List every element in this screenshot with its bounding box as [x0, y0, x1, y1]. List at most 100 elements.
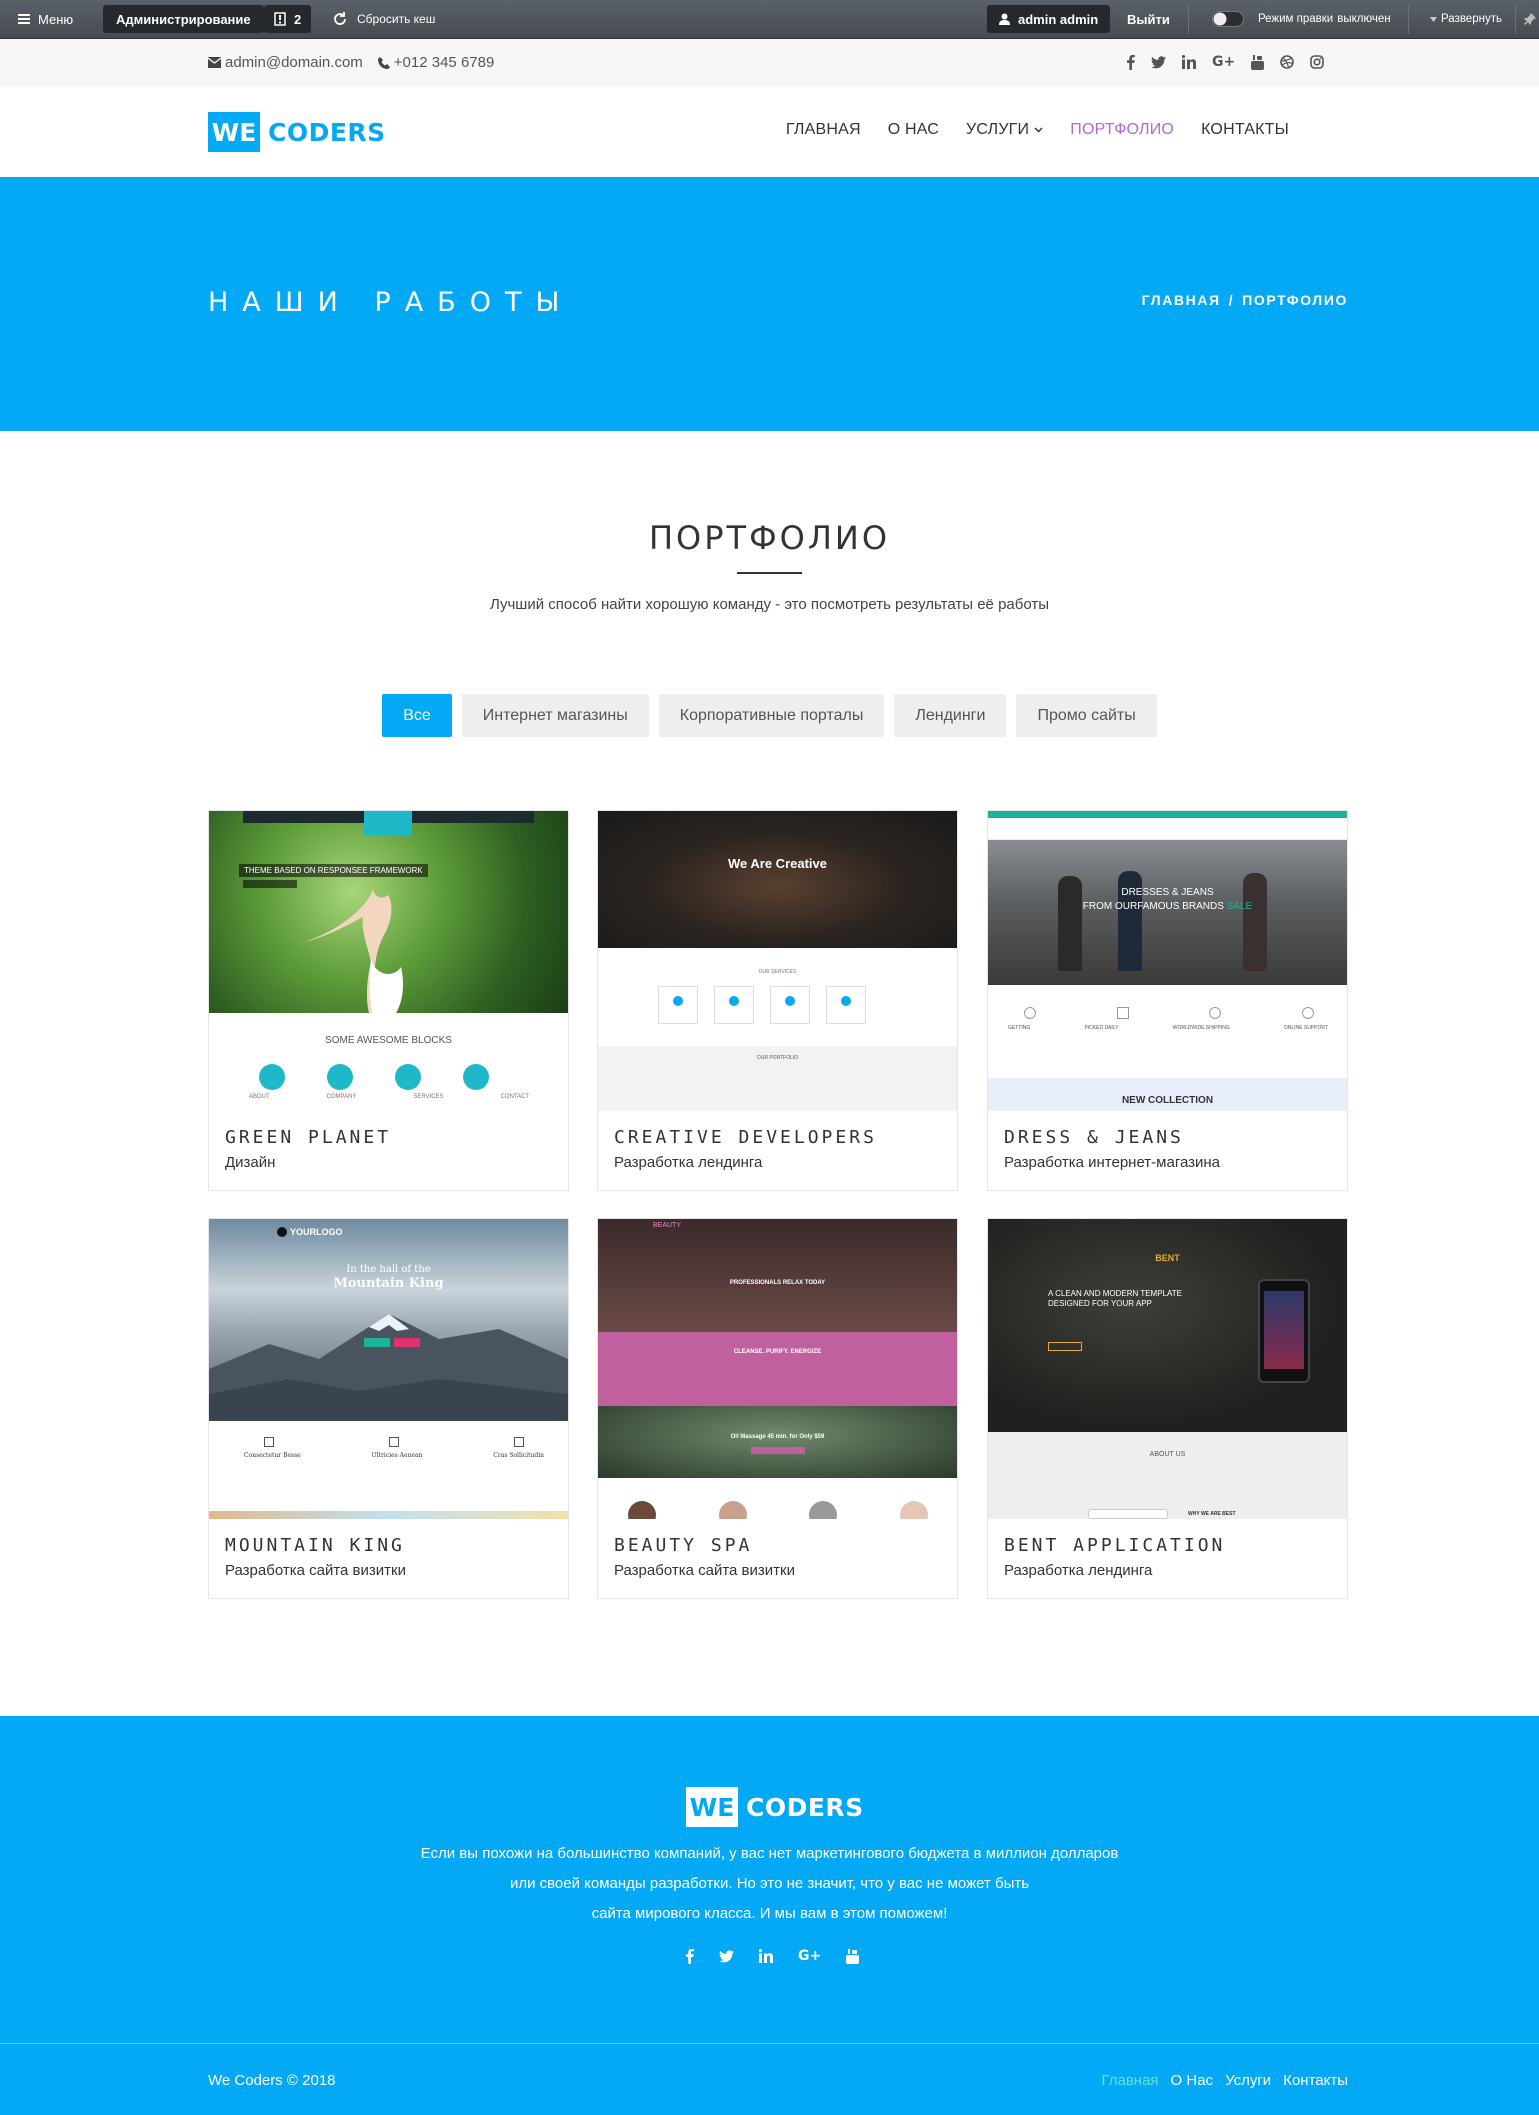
card-title: GREEN PLANET	[225, 1127, 392, 1148]
user-button[interactable]: admin admin	[987, 5, 1111, 33]
portfolio-filters: Все Интернет магазины Корпоративные порт…	[0, 694, 1539, 737]
linkedin-icon[interactable]	[1182, 55, 1196, 69]
contact-bar: admin@domain.com +012 345 6789 G+	[0, 39, 1539, 87]
portfolio-card-green-planet[interactable]: THEME BASED ON RESPONSEE FRAMEWORK SOME …	[208, 810, 569, 1191]
filter-all[interactable]: Все	[382, 694, 452, 737]
nav-item-about[interactable]: О НАС	[888, 121, 939, 139]
linkedin-icon[interactable]	[759, 1949, 773, 1963]
logo-box: WE	[208, 112, 260, 152]
youtube-icon[interactable]	[1251, 54, 1265, 70]
thumb-text: SOME AWESOME BLOCKS	[325, 1035, 452, 1046]
copyright: We Coders © 2018	[208, 2072, 336, 2089]
thumb-text: PROFESSIONALS RELAX TODAY	[729, 1280, 826, 1286]
nav-item-home[interactable]: ГЛАВНАЯ	[786, 121, 861, 139]
portfolio-thumb: We Are Creative OUR SERVICES OUR PORTFOL…	[598, 811, 957, 1111]
thumb-label: Cras Sollicitudin	[493, 1452, 544, 1459]
thumb-text: We Are Creative	[728, 856, 827, 871]
portfolio-card-dress-jeans[interactable]: DRESSES & JEANS FROM OURFAMOUS BRANDS SA…	[987, 810, 1348, 1191]
footer-nav: Главная О Нас Услуги Контакты	[1101, 2072, 1348, 2089]
nav-item-services[interactable]: УСЛУГИ	[966, 121, 1043, 139]
phone-icon	[377, 56, 390, 69]
clear-cache-button[interactable]: Сбросить кеш	[332, 0, 435, 38]
dribbble-icon[interactable]	[1280, 55, 1295, 69]
toggle-switch-icon	[1212, 11, 1244, 27]
expand-button[interactable]: Развернуть	[1430, 0, 1502, 38]
edit-mode-toggle[interactable]: Режим правки выключен	[1212, 0, 1391, 38]
nav-label-portfolio: ПОРТФОЛИО	[1070, 121, 1175, 138]
portfolio-card-bent-application[interactable]: BENT A CLEAN AND MODERN TEMPLATE DESIGNE…	[987, 1218, 1348, 1599]
thumb-logo: BENT	[1155, 1253, 1180, 1263]
card-category: Разработка сайта визитки	[225, 1562, 406, 1579]
breadcrumb: ГЛАВНАЯ / ПОРТФОЛИО	[1142, 292, 1348, 308]
refresh-icon	[332, 11, 348, 27]
nav-label-services: УСЛУГИ	[966, 121, 1030, 138]
footer-description-line: сайта мирового класса. И мы вам в этом п…	[591, 1905, 948, 1922]
hamburger-icon	[18, 14, 30, 24]
footer-logo[interactable]: WE CODERS	[686, 1787, 864, 1827]
logout-button[interactable]: Выйти	[1127, 0, 1170, 38]
filter-corporate-portals[interactable]: Корпоративные порталы	[658, 694, 885, 737]
filter-promo-sites[interactable]: Промо сайты	[1016, 694, 1157, 737]
footer-link-services[interactable]: Услуги	[1225, 2072, 1271, 2089]
google-plus-icon[interactable]: G+	[1212, 54, 1235, 70]
card-category: Разработка лендинга	[614, 1154, 763, 1171]
instagram-icon[interactable]	[1310, 55, 1325, 69]
contact-email[interactable]: admin@domain.com	[225, 54, 363, 71]
title-divider	[737, 572, 802, 574]
notification-count: 2	[294, 11, 302, 27]
thumb-label: ONLINE SUPPORT	[1283, 1025, 1328, 1031]
site-footer: WE CODERS Если вы похожи на большинство …	[0, 1716, 1539, 2115]
nav-label-contacts: КОНТАКТЫ	[1201, 121, 1289, 138]
footer-link-home[interactable]: Главная	[1101, 2072, 1158, 2089]
portfolio-card-beauty-spa[interactable]: BEAUTY PROFESSIONALS RELAX TODAY CLEANSE…	[597, 1218, 958, 1599]
nav-item-contacts[interactable]: КОНТАКТЫ	[1201, 121, 1289, 139]
clear-cache-label: Сбросить кеш	[357, 12, 436, 26]
breadcrumb-current: ПОРТФОЛИО	[1242, 292, 1348, 308]
thumb-label: ABOUT	[249, 1094, 270, 1100]
thumb-text: ABOUT US	[1149, 1451, 1186, 1458]
thumb-text: In the hall of the	[346, 1264, 431, 1275]
thumb-label: COMPANY	[326, 1094, 357, 1100]
nav-label-about: О НАС	[887, 121, 940, 138]
user-icon	[999, 13, 1010, 25]
google-plus-icon[interactable]: G+	[798, 1948, 821, 1964]
site-logo[interactable]: WE CODERS	[208, 112, 386, 152]
twitter-icon[interactable]	[1151, 55, 1166, 69]
main-nav: ГЛАВНАЯ О НАС УСЛУГИ ПОРТФОЛИО КОНТАКТЫ	[759, 121, 1289, 139]
menu-button[interactable]: Меню	[18, 0, 73, 38]
portfolio-card-creative-developers[interactable]: We Are Creative OUR SERVICES OUR PORTFOL…	[597, 810, 958, 1191]
pin-icon[interactable]	[1524, 0, 1536, 38]
contact-phone[interactable]: +012 345 6789	[394, 54, 495, 71]
footer-link-about[interactable]: О Нас	[1171, 2072, 1214, 2089]
section-title: ПОРТФОЛИО	[648, 519, 890, 557]
logo-text: CODERS	[268, 117, 386, 147]
youtube-icon[interactable]	[846, 1948, 860, 1964]
footer-social: G+	[685, 1948, 860, 1964]
card-category: Разработка интернет-магазина	[1004, 1154, 1221, 1171]
portfolio-card-mountain-king[interactable]: YOURLOGO In the hall of the Mountain Kin…	[208, 1218, 569, 1599]
thumb-text: OUR PORTFOLIO	[756, 1055, 799, 1061]
thumb-label: WORLDWIDE SHIPPING	[1172, 1025, 1230, 1031]
facebook-icon[interactable]	[685, 1948, 694, 1964]
portfolio-thumb: BEAUTY PROFESSIONALS RELAX TODAY CLEANSE…	[598, 1219, 957, 1519]
filter-landings[interactable]: Лендинги	[894, 694, 1007, 737]
nav-item-portfolio[interactable]: ПОРТФОЛИО	[1070, 121, 1174, 139]
admin-toolbar: Меню Администрирование 2 Сбросить кеш ad…	[0, 0, 1539, 39]
thumb-text: WHY WE ARE BEST	[1188, 1511, 1236, 1517]
facebook-icon[interactable]	[1126, 54, 1135, 70]
thumb-text: Oil Massage 45 min. for Only $59	[730, 1434, 825, 1440]
card-title: DRESS & JEANS	[1004, 1127, 1184, 1148]
footer-link-contacts[interactable]: Контакты	[1283, 2072, 1348, 2089]
filter-online-stores[interactable]: Интернет магазины	[461, 694, 649, 737]
thumb-text: THEME BASED ON RESPONSEE FRAMEWORK	[239, 864, 428, 877]
portfolio-thumb: BENT A CLEAN AND MODERN TEMPLATE DESIGNE…	[988, 1219, 1347, 1519]
twitter-icon[interactable]	[719, 1949, 734, 1963]
thumb-logo: BEAUTY	[653, 1222, 682, 1229]
administration-button[interactable]: Администрирование	[103, 5, 264, 33]
breadcrumb-home[interactable]: ГЛАВНАЯ	[1142, 292, 1221, 308]
card-title: CREATIVE DEVELOPERS	[614, 1127, 877, 1148]
expand-label: Развернуть	[1441, 13, 1502, 25]
notifications-button[interactable]: 2	[264, 5, 312, 33]
footer-divider	[0, 2043, 1539, 2044]
card-title: BEAUTY SPA	[614, 1535, 753, 1556]
